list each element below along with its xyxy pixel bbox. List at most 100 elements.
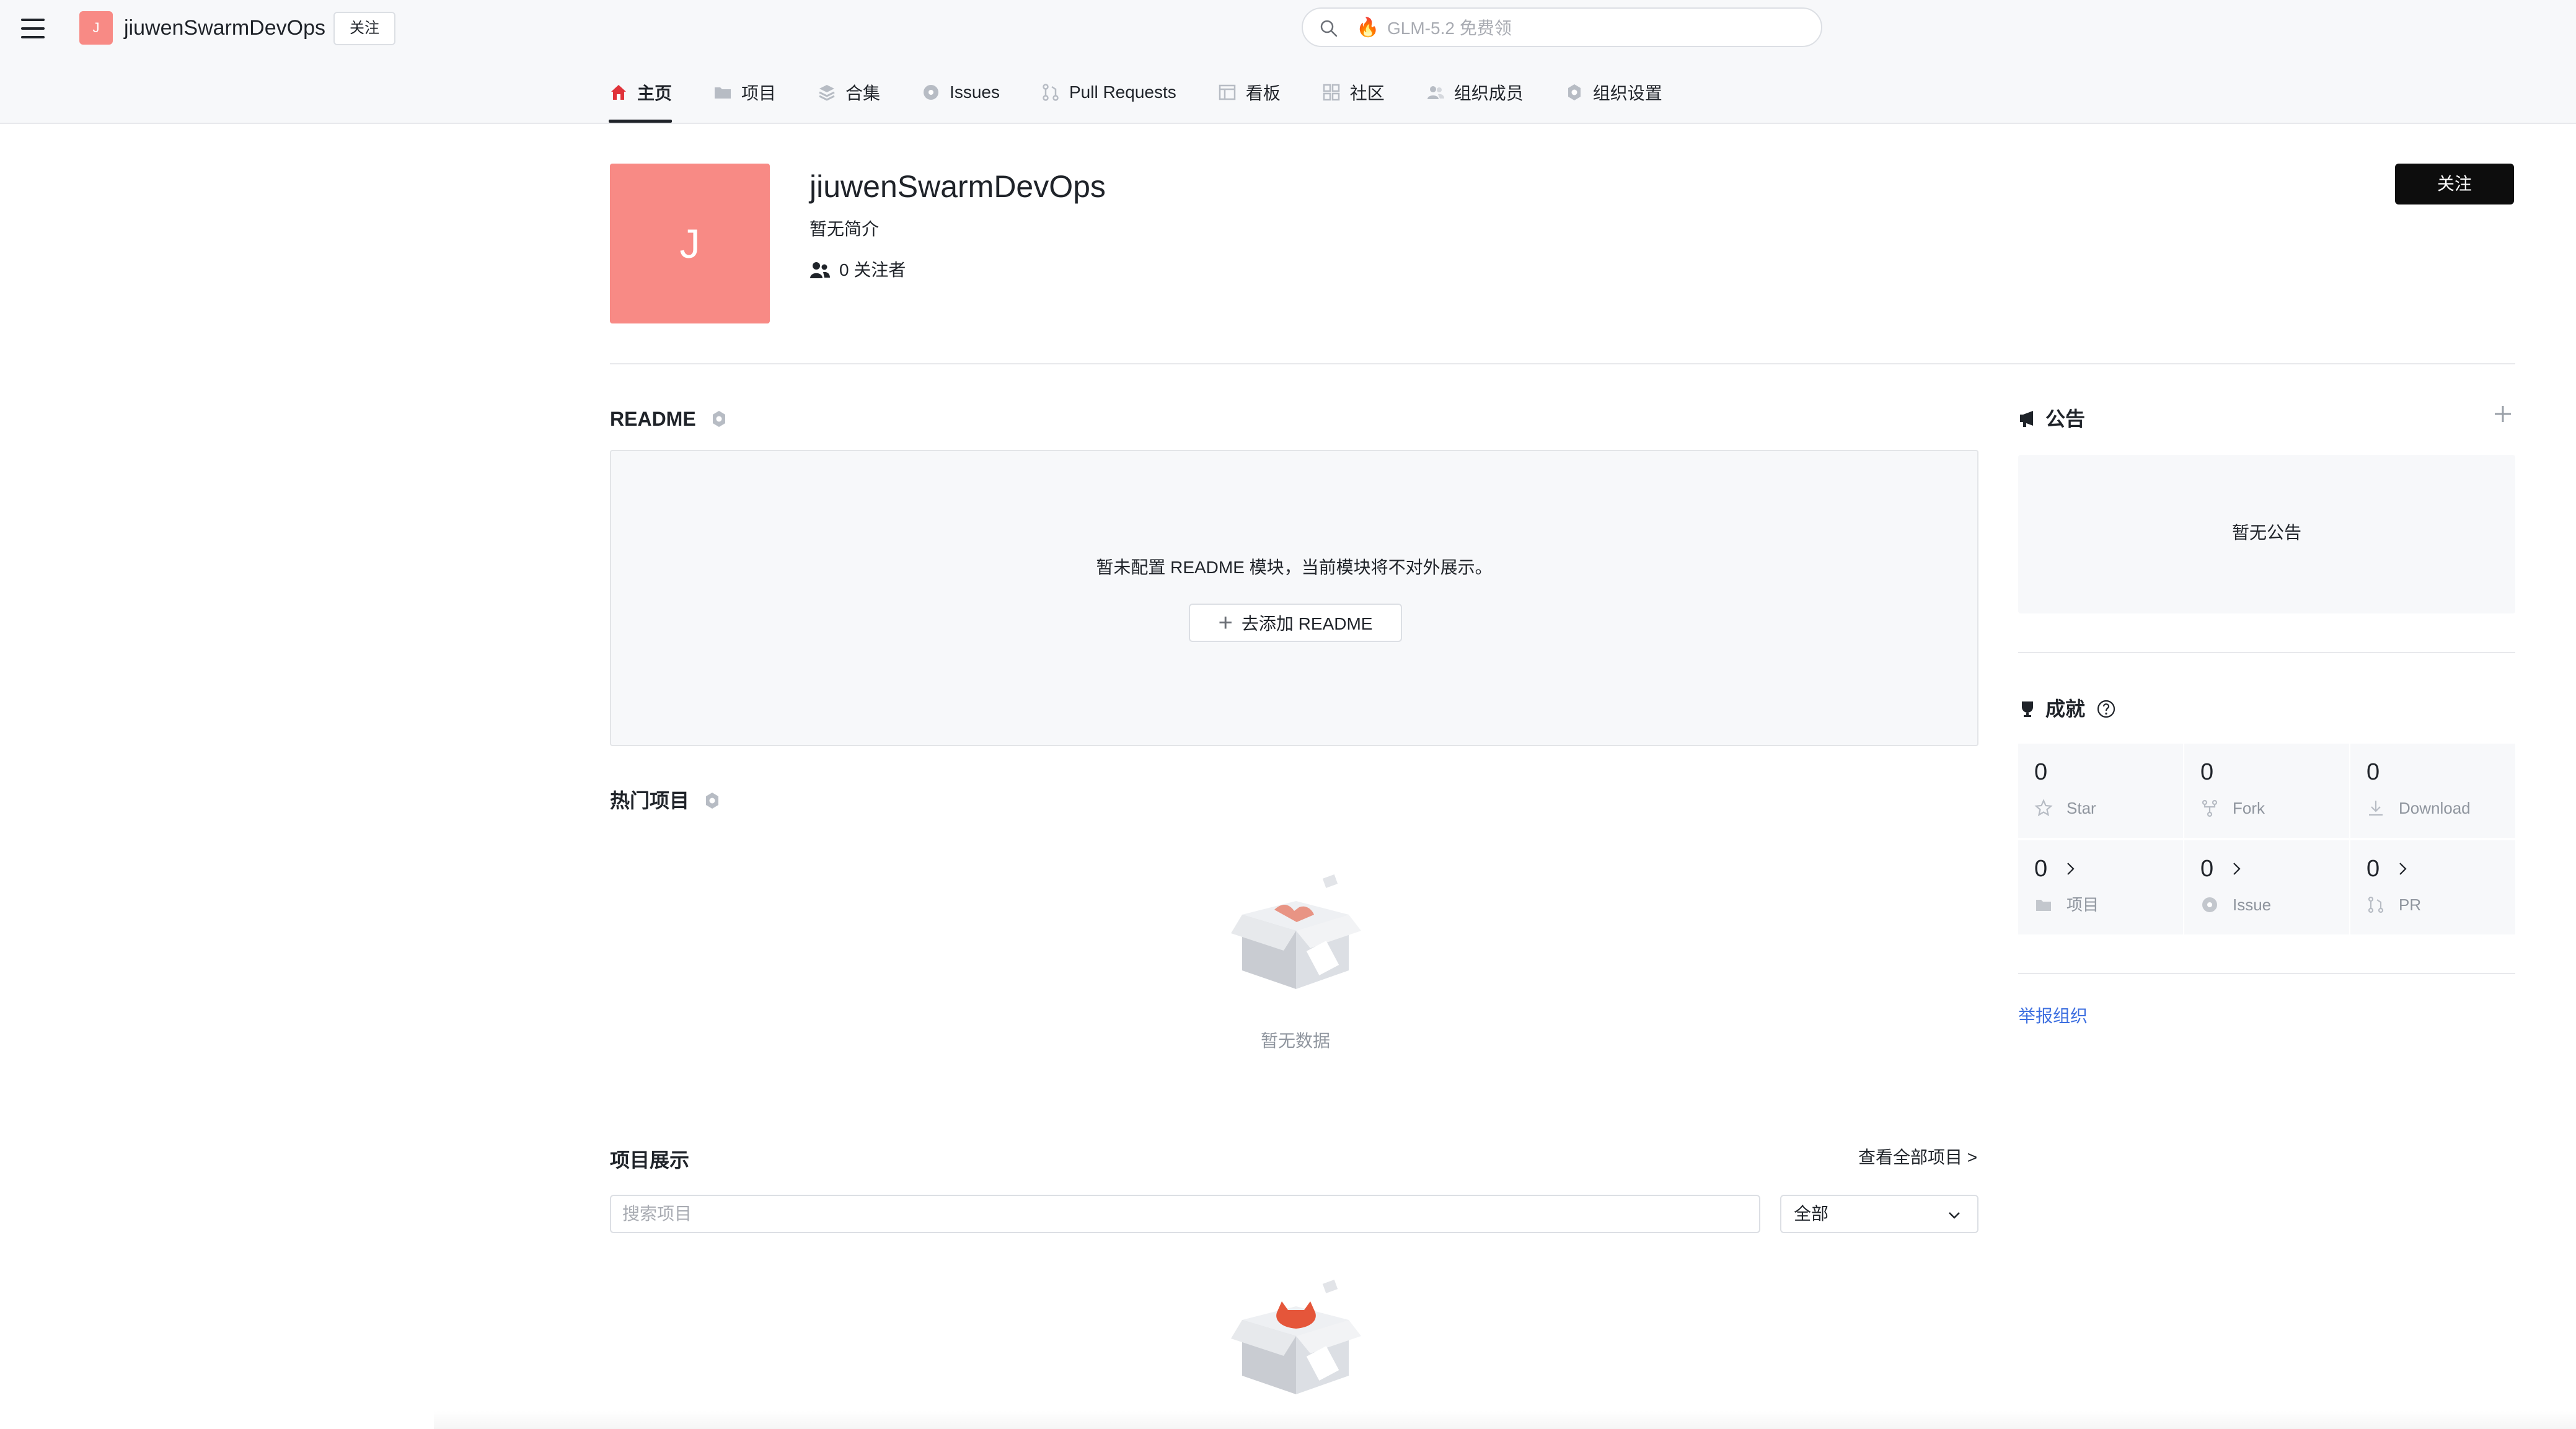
org-title: jiuwenSwarmDevOps	[809, 169, 1106, 204]
hot-projects-title: 热门项目	[610, 789, 690, 812]
tab-collections[interactable]: 合集	[817, 73, 880, 112]
gear-icon[interactable]	[710, 410, 728, 428]
showcase-section-title: 项目展示	[610, 1146, 689, 1174]
project-search-input[interactable]: 搜索项目	[610, 1195, 1760, 1233]
stat-label: 项目	[2067, 895, 2099, 914]
empty-box-icon	[1231, 1280, 1361, 1394]
members-icon	[1427, 86, 1444, 99]
org-nav-tabs: 主页 项目 合集 Issues Pull Requests 看板 社区 组织成员…	[609, 73, 1703, 123]
org-avatar-small[interactable]: J	[79, 11, 113, 45]
chevron-right-icon	[2067, 863, 2075, 875]
download-icon	[2369, 801, 2383, 816]
tab-pull-requests[interactable]: Pull Requests	[1041, 73, 1176, 112]
folder-icon	[715, 87, 731, 99]
pull-request-icon	[2368, 896, 2384, 913]
layers-icon	[819, 85, 835, 101]
stat-value: 0	[2366, 856, 2380, 882]
follow-button[interactable]: 关注	[2395, 164, 2514, 204]
org-avatar: J	[610, 164, 770, 323]
divider	[2018, 652, 2515, 653]
users-icon	[810, 262, 830, 278]
followers-label: 0 关注者	[839, 260, 906, 279]
stat-value: 0	[2034, 856, 2048, 882]
issue-icon	[924, 85, 939, 100]
achievements-section-title: 成就	[2018, 695, 2116, 723]
tab-board[interactable]: 看板	[1217, 73, 1281, 112]
add-readme-button[interactable]: + 去添加 README	[1189, 604, 1402, 642]
add-announcement-icon[interactable]	[2493, 404, 2513, 424]
announcement-title: 公告	[2045, 408, 2086, 430]
tab-settings-label: 组织设置	[1592, 84, 1662, 103]
top-bar: J jiuwenSwarmDevOps 关注 🔥 GLM-5.2 免费领 主页 …	[0, 0, 2576, 124]
readme-empty-message: 暂未配置 README 模块，当前模块将不对外展示。	[1096, 558, 1493, 577]
stat-prs[interactable]: 0 PR	[2350, 840, 2515, 934]
stat-value: 0	[2034, 759, 2048, 785]
readme-panel: 暂未配置 README 模块，当前模块将不对外展示。 + 去添加 README	[610, 450, 1978, 746]
search-icon	[1320, 20, 1338, 37]
org-description: 暂无简介	[809, 219, 880, 239]
tab-board-label: 看板	[1245, 84, 1281, 103]
global-search-input[interactable]: 🔥 GLM-5.2 免费领	[1302, 7, 1822, 47]
announcement-panel: 暂无公告	[2018, 455, 2515, 613]
tab-home[interactable]: 主页	[609, 73, 673, 123]
tab-members-label: 组织成员	[1453, 84, 1524, 103]
chevron-right-icon	[2399, 863, 2407, 875]
stat-issues[interactable]: 0 Issue	[2184, 840, 2349, 934]
stat-label: PR	[2399, 895, 2422, 914]
star-icon	[2034, 799, 2053, 817]
stat-projects[interactable]: 0 项目	[2018, 840, 2183, 934]
gear-icon[interactable]	[703, 791, 721, 810]
stat-label: Fork	[2233, 799, 2265, 817]
stat-value: 0	[2366, 759, 2380, 785]
project-filter-value: 全部	[1794, 1204, 1829, 1223]
stat-label: Download	[2399, 799, 2471, 817]
view-all-projects-link[interactable]: 查看全部项目 >	[1858, 1145, 1977, 1170]
hot-projects-section-title: 热门项目	[610, 787, 721, 814]
trophy-icon	[2022, 701, 2033, 717]
org-name-link[interactable]: jiuwenSwarmDevOps	[124, 14, 325, 42]
stat-label: Issue	[2233, 895, 2272, 914]
announcement-empty-text: 暂无公告	[2231, 523, 2301, 542]
stat-value: 0	[2200, 856, 2214, 882]
tab-community[interactable]: 社区	[1321, 73, 1385, 112]
stat-download: 0 Download	[2350, 744, 2515, 838]
stat-value: 0	[2200, 759, 2214, 785]
hot-projects-empty-text: 暂无数据	[1260, 1031, 1330, 1050]
tab-members[interactable]: 组织成员	[1426, 73, 1524, 112]
stat-fork: 0 Fork	[2184, 744, 2349, 838]
home-icon	[611, 85, 626, 100]
bottom-fade	[434, 1410, 2576, 1429]
megaphone-icon	[2020, 411, 2033, 427]
community-icon	[1323, 84, 1340, 101]
followers-count[interactable]: 0 关注者	[809, 258, 906, 283]
stat-star: 0 Star	[2018, 744, 2183, 838]
readme-title: README	[610, 408, 696, 430]
stat-label: Star	[2067, 799, 2096, 817]
help-icon[interactable]	[2096, 699, 2116, 719]
tab-projects[interactable]: 项目	[713, 73, 776, 112]
add-readme-label: 去添加 README	[1241, 614, 1373, 633]
tab-projects-label: 项目	[741, 84, 777, 103]
follow-button-small[interactable]: 关注	[333, 12, 395, 45]
project-filter-select[interactable]: 全部	[1780, 1195, 1978, 1233]
showcase-title: 项目展示	[610, 1149, 690, 1171]
tab-settings[interactable]: 组织设置	[1564, 73, 1662, 112]
tab-home-label: 主页	[637, 84, 673, 103]
search-placeholder: GLM-5.2 免费领	[1387, 19, 1512, 38]
readme-section-title: README	[610, 405, 728, 433]
tab-collections-label: 合集	[845, 84, 881, 103]
empty-box-icon	[1231, 874, 1361, 989]
tab-issues[interactable]: Issues	[921, 73, 1000, 112]
divider	[610, 363, 2515, 364]
issue-icon	[2202, 897, 2217, 912]
tab-pull-requests-label: Pull Requests	[1069, 82, 1176, 102]
tab-community-label: 社区	[1349, 84, 1385, 103]
folder-icon	[2036, 900, 2051, 911]
settings-icon	[1568, 84, 1581, 100]
menu-icon[interactable]	[21, 16, 46, 41]
chevron-down-icon	[1949, 1212, 1960, 1219]
report-org-link[interactable]: 举报组织	[2018, 1004, 2088, 1029]
tab-issues-label: Issues	[950, 82, 1000, 102]
board-icon	[1219, 84, 1235, 100]
achievements-title: 成就	[2045, 698, 2086, 720]
